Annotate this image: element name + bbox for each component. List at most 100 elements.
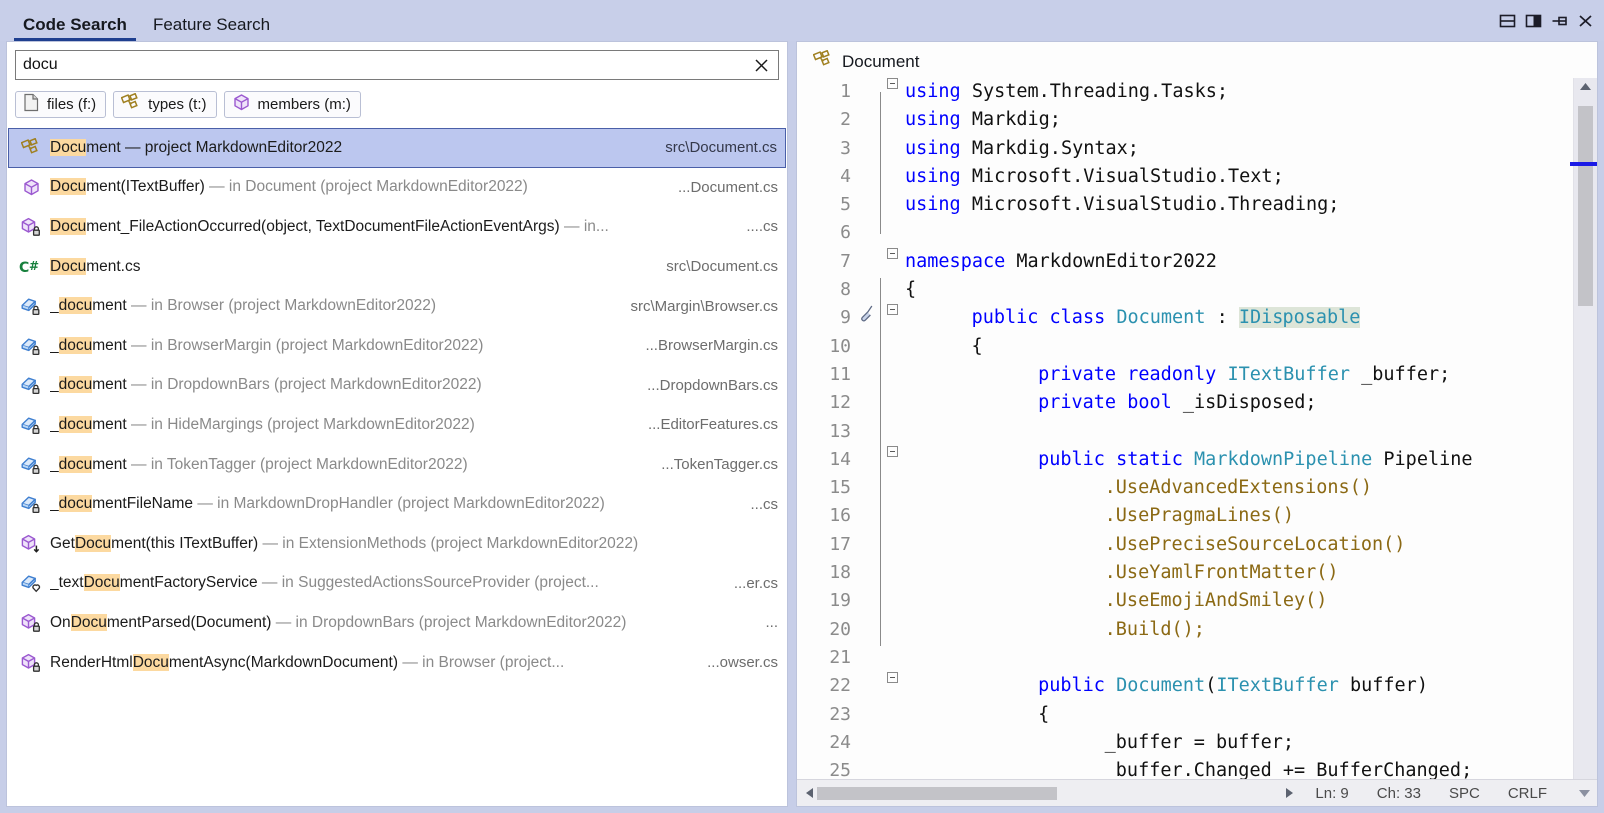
filter-chip-files[interactable]: files (f:) [15, 91, 107, 118]
fold-margin[interactable] [879, 78, 905, 89]
collapse-toggle-icon[interactable] [886, 445, 898, 457]
line-number: 11 [829, 363, 851, 385]
result-row[interactable]: _document — in HideMargings (project Mar… [8, 405, 786, 445]
line-number: 4 [840, 165, 851, 187]
split-vertical-button[interactable] [1522, 10, 1544, 32]
line-number: 13 [829, 420, 851, 442]
fold-margin[interactable] [879, 247, 905, 259]
member-cube-icon [232, 93, 251, 116]
code-line[interactable]: 22 public Document(ITextBuffer buffer) [811, 672, 1573, 700]
code-line[interactable]: 1 using System.Threading.Tasks; [811, 78, 1573, 106]
status-indent[interactable]: SPC [1435, 785, 1494, 802]
result-context: — in DropdownBars (project MarkdownEdito… [126, 376, 482, 394]
result-row[interactable]: Document — project MarkdownEditor2022 src… [8, 128, 786, 168]
collapse-toggle-icon[interactable] [886, 304, 898, 316]
code-line[interactable]: 13 [811, 418, 1573, 446]
vertical-scrollbar[interactable] [1570, 78, 1597, 779]
code-line[interactable]: 9 public class Document : IDisposable [811, 304, 1573, 332]
result-row[interactable]: _documentFileName — in MarkdownDropHandl… [8, 484, 786, 524]
fold-margin[interactable] [879, 304, 905, 316]
collapse-toggle-icon[interactable] [886, 78, 898, 89]
result-path: ...TokenTagger.cs [661, 456, 778, 474]
result-label: _textDocumentFactoryService — in Suggest… [50, 574, 599, 592]
clear-search-icon[interactable] [752, 56, 770, 74]
result-row[interactable]: RenderHtmlDocumentAsync(MarkdownDocument… [8, 643, 786, 683]
hscroll-thumb[interactable] [817, 786, 1057, 800]
code-line[interactable]: 4 using Microsoft.VisualStudio.Text; [811, 163, 1573, 191]
filter-chip-types[interactable]: types (t:) [113, 91, 217, 118]
scroll-left-button[interactable] [801, 787, 817, 799]
scroll-down-button[interactable] [1571, 789, 1597, 798]
code-line[interactable]: 6 [811, 219, 1573, 247]
result-path: ....cs [746, 218, 778, 236]
code-line[interactable]: 2 using Markdig; [811, 106, 1573, 134]
result-row[interactable]: Document(ITextBuffer) — in Document (pro… [8, 168, 786, 208]
hscroll-track[interactable] [817, 786, 1281, 800]
result-context: — in Document (project MarkdownEditor202… [204, 178, 528, 196]
code-line[interactable]: 8{ [811, 276, 1573, 304]
code-line[interactable]: 23 { [811, 701, 1573, 729]
collapse-toggle-icon[interactable] [886, 672, 898, 684]
fold-margin[interactable] [879, 445, 905, 457]
dock-pin-button[interactable] [1548, 10, 1570, 32]
result-row[interactable]: _document — in DropdownBars (project Mar… [8, 366, 786, 406]
code-line[interactable]: 21 [811, 644, 1573, 672]
line-number: 6 [840, 222, 851, 244]
result-row[interactable]: _document — in Browser (project Markdown… [8, 286, 786, 326]
code-line[interactable]: 12 private bool _isDisposed; [811, 389, 1573, 417]
scrollbar-thumb[interactable] [1578, 106, 1593, 306]
tab-feature-search[interactable]: Feature Search [144, 16, 279, 41]
code-line-text: using Microsoft.VisualStudio.Threading; [905, 194, 1340, 216]
filter-chip-members[interactable]: members (m:) [223, 91, 361, 118]
status-column: Ch: 33 [1376, 784, 1421, 802]
tab-code-search[interactable]: Code Search [14, 16, 136, 41]
tab-strip: Code Search Feature Search [0, 0, 287, 41]
result-row[interactable]: OnDocumentParsed(Document) — in Dropdown… [8, 603, 786, 643]
preview-title: Document [842, 52, 920, 71]
result-row[interactable]: GetDocument(this ITextBuffer) — in Exten… [8, 524, 786, 564]
code-line[interactable]: 3 using Markdig.Syntax; [811, 135, 1573, 163]
code-line-text: using Markdig.Syntax; [905, 137, 1139, 159]
result-row[interactable]: Document_FileActionOccurred(object, Text… [8, 207, 786, 247]
scroll-up-button[interactable] [1574, 82, 1597, 91]
code-line[interactable]: 17 .UsePreciseSourceLocation() [811, 531, 1573, 559]
code-line[interactable]: 18 .UseYamlFrontMatter() [811, 559, 1573, 587]
code-line[interactable]: 10 { [811, 333, 1573, 361]
code-line[interactable]: 19 .UseEmojiAndSmiley() [811, 587, 1573, 615]
horizontal-scrollbar[interactable] [797, 780, 1301, 806]
main-body: files (f:) [0, 41, 1604, 813]
code-line[interactable]: 15 .UseAdvancedExtensions() [811, 474, 1573, 502]
split-horizontal-button[interactable] [1496, 10, 1518, 32]
search-results-list[interactable]: Document — project MarkdownEditor2022 src… [7, 128, 787, 806]
types-icon [18, 138, 44, 157]
search-box[interactable] [15, 50, 779, 80]
result-row[interactable]: _document — in TokenTagger (project Mark… [8, 445, 786, 485]
code-line[interactable]: 11 private readonly ITextBuffer _buffer; [811, 361, 1573, 389]
field-readonly-icon [18, 573, 44, 593]
code-line[interactable]: 7 namespace MarkdownEditor2022 [811, 247, 1573, 276]
csharp-file-icon: C # [18, 258, 44, 276]
line-number: 25 [829, 760, 851, 779]
quick-actions-icon[interactable] [855, 304, 879, 322]
status-eol[interactable]: CRLF [1494, 785, 1561, 802]
code-line[interactable]: 5 using Microsoft.VisualStudio.Threading; [811, 191, 1573, 219]
result-path: ...cs [750, 495, 778, 513]
code-line[interactable]: 25 _buffer.Changed += BufferChanged; [811, 757, 1573, 779]
result-row[interactable]: _document — in BrowserMargin (project Ma… [8, 326, 786, 366]
close-button[interactable] [1574, 10, 1596, 32]
code-line[interactable]: 16 .UsePragmaLines() [811, 502, 1573, 530]
code-line-text: .UseEmojiAndSmiley() [1104, 590, 1328, 612]
code-line[interactable]: 24 _buffer = buffer; [811, 729, 1573, 757]
code-line[interactable]: 20 .Build(); [811, 616, 1573, 644]
code-text[interactable]: 1 using System.Threading.Tasks; 2 using Mar… [797, 78, 1573, 779]
match-highlight: docu [58, 336, 93, 354]
editor-status-bar: Ln: 9 Ch: 33 SPC CRLF [797, 779, 1597, 806]
result-label: _document — in TokenTagger (project Mark… [50, 455, 468, 473]
search-input[interactable] [23, 56, 752, 74]
scroll-right-button[interactable] [1281, 787, 1297, 799]
result-row[interactable]: C # Document.cs src\Document.cs [8, 247, 786, 287]
code-line[interactable]: 14 public static MarkdownPipeline Pipeli… [811, 445, 1573, 474]
fold-margin[interactable] [879, 672, 905, 684]
result-row[interactable]: _textDocumentFactoryService — in Suggest… [8, 564, 786, 604]
collapse-toggle-icon[interactable] [886, 247, 898, 259]
